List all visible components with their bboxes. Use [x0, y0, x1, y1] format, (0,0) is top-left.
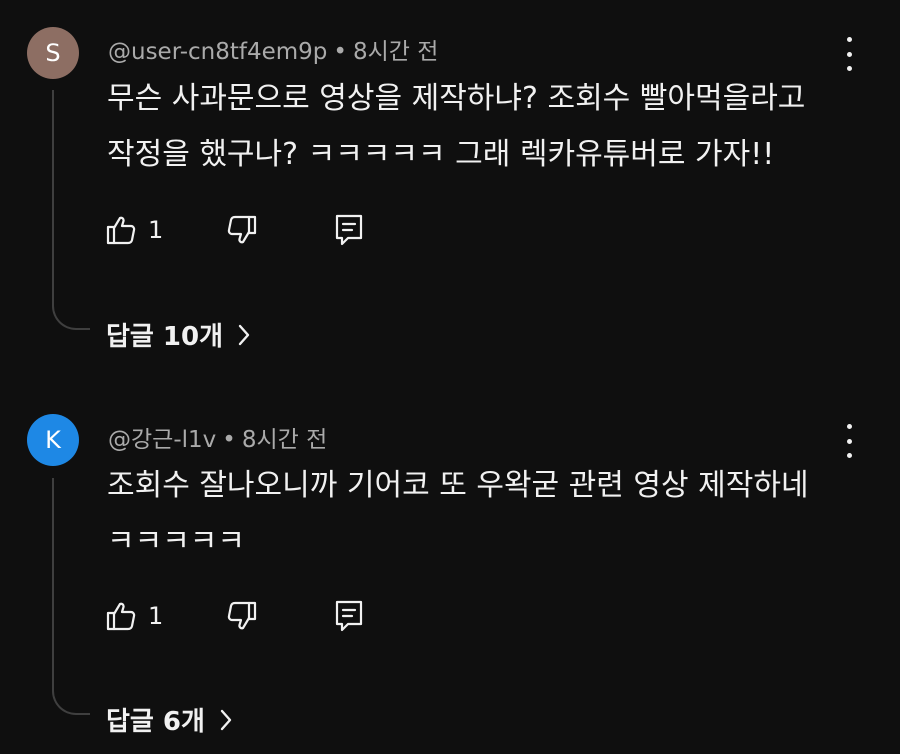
comment-item: S @user-cn8tf4em9p • 8시간 전 무슨 사과문으로 영상을 제작…	[0, 0, 900, 380]
like-count: 1	[148, 602, 164, 630]
comment-text-line: 작정을 했구나? ㅋㅋㅋㅋㅋ 그래 렉카유튜버로 가자!!	[107, 137, 775, 172]
comment-reply-icon	[336, 600, 363, 632]
dislike-button[interactable]	[225, 599, 259, 633]
thumb-up-icon	[106, 602, 136, 631]
avatar[interactable]: K	[27, 414, 79, 466]
dislike-button[interactable]	[225, 213, 259, 247]
reply-thread-line	[52, 478, 90, 715]
comment-text-line: 조회수 잘나오니까 기어코 또 우왁굳 관련 영상 제작하네	[107, 468, 809, 503]
reply-thread-line	[52, 90, 90, 330]
like-button[interactable]: 1	[104, 599, 163, 633]
meta-separator: •	[222, 427, 236, 453]
avatar[interactable]: S	[27, 27, 79, 79]
view-replies-button[interactable]: 답글 10개	[106, 316, 251, 353]
avatar-letter: S	[45, 39, 61, 67]
like-button[interactable]: 1	[104, 213, 163, 247]
meta-separator: •	[333, 39, 347, 65]
more-vertical-icon[interactable]	[842, 37, 856, 71]
chevron-right-icon	[238, 324, 250, 345]
comment-text-line: 무슨 사과문으로 영상을 제작하냐? 조회수 빨아먹을라고	[107, 81, 806, 116]
comment-time: 8시간 전	[352, 39, 439, 65]
reply-button[interactable]	[334, 213, 364, 247]
avatar-letter: K	[45, 426, 61, 454]
comment-text-line: ㅋㅋㅋㅋㅋ	[107, 524, 245, 559]
view-replies-button[interactable]: 답글 6개	[106, 701, 233, 738]
like-count: 1	[148, 216, 164, 244]
author-handle[interactable]: @user-cn8tf4em9p	[108, 39, 327, 65]
author-handle[interactable]: @강근-l1v	[108, 427, 216, 453]
thumb-up-icon	[106, 216, 136, 245]
thumb-down-icon	[228, 215, 257, 244]
replies-label: 답글 6개	[106, 707, 205, 737]
comment-meta: @강근-l1v • 8시간 전	[108, 420, 327, 454]
comment-meta: @user-cn8tf4em9p • 8시간 전	[108, 32, 438, 66]
comment-item: K @강근-l1v • 8시간 전 조회수 잘나오니까 기어코 또 우왁굳 관련 영…	[0, 385, 900, 754]
comment-text: 조회수 잘나오니까 기어코 또 우왁굳 관련 영상 제작하네 ㅋㅋㅋㅋㅋ	[107, 458, 867, 570]
thumb-down-icon	[228, 601, 257, 630]
comment-actions: 1	[104, 596, 364, 636]
chevron-right-icon	[220, 709, 232, 730]
more-vertical-icon[interactable]	[842, 424, 856, 458]
reply-button[interactable]	[334, 599, 364, 633]
replies-label: 답글 10개	[106, 322, 223, 352]
comment-text: 무슨 사과문으로 영상을 제작하냐? 조회수 빨아먹을라고 작정을 했구나? ㅋ…	[107, 71, 867, 183]
comment-actions: 1	[104, 210, 364, 250]
comment-reply-icon	[336, 214, 363, 246]
comment-time: 8시간 전	[241, 427, 328, 453]
